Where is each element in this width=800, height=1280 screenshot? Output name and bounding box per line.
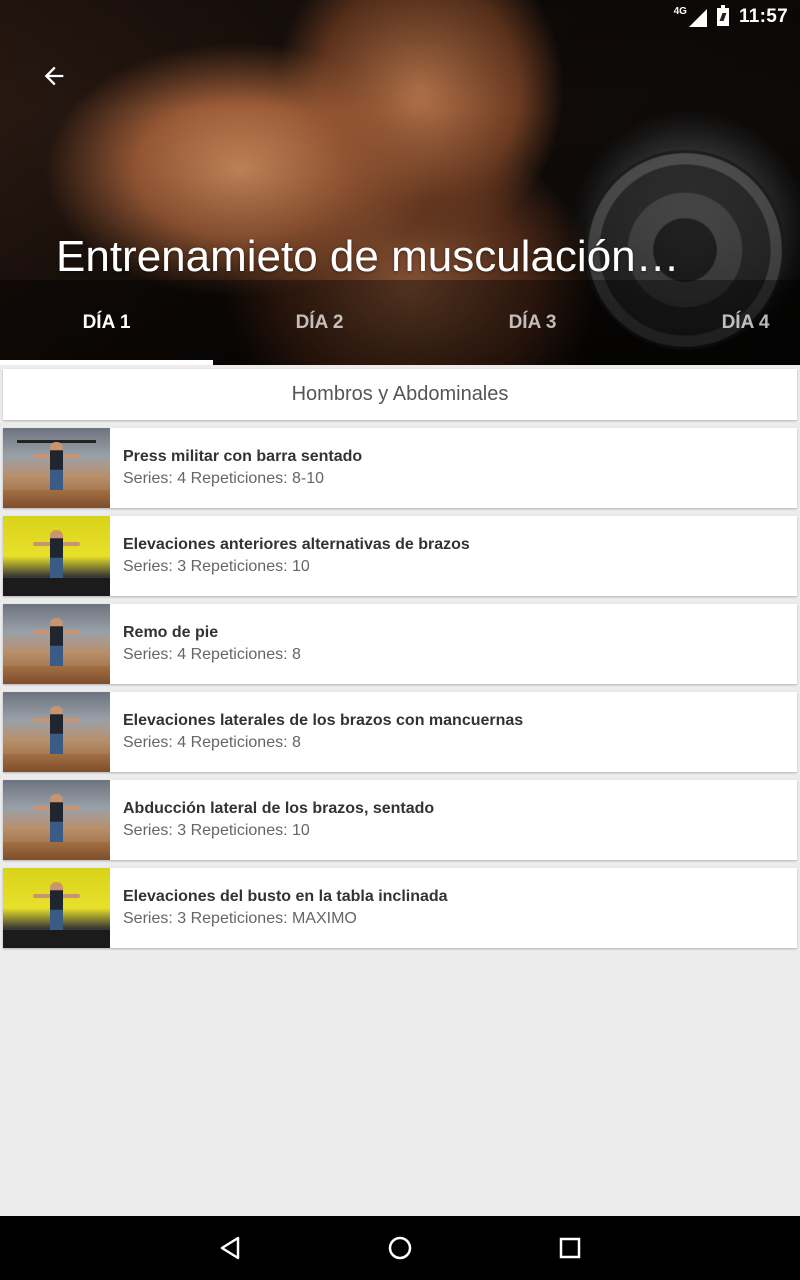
exercise-title: Elevaciones anteriores alternativas de b… [123, 536, 470, 553]
exercise-title: Press militar con barra sentado [123, 448, 363, 465]
exercise-item[interactable]: Remo de pie Series: 4 Repeticiones: 8 [3, 604, 797, 684]
exercise-details: Series: 3 Repeticiones: 10 [123, 822, 310, 839]
tab-dia-4[interactable]: DÍA 4 [639, 280, 800, 365]
exercise-details: Series: 4 Repeticiones: 8 [123, 734, 301, 751]
exercise-details: Series: 4 Repeticiones: 8-10 [123, 470, 324, 487]
page-title: Entrenamieto de musculación… [56, 232, 680, 281]
nav-back-icon[interactable] [200, 1228, 260, 1268]
exercise-thumbnail [3, 516, 110, 596]
nav-home-icon[interactable] [370, 1228, 430, 1268]
tab-dia-3[interactable]: DÍA 3 [426, 280, 639, 365]
exercise-item[interactable]: Press militar con barra sentado Series: … [3, 428, 797, 508]
exercise-item[interactable]: Elevaciones laterales de los brazos con … [3, 692, 797, 772]
day-tabs: DÍA 1 DÍA 2 DÍA 3 DÍA 4 [0, 280, 800, 365]
screen: 4G 11:57 Entrenamieto de musculación… DÍ… [0, 0, 800, 1280]
section-title: Hombros y Abdominales [3, 369, 797, 420]
exercise-thumbnail [3, 868, 110, 948]
exercise-item[interactable]: Elevaciones del busto en la tabla inclin… [3, 868, 797, 948]
navigation-bar [0, 1216, 800, 1280]
exercise-item[interactable]: Abducción lateral de los brazos, sentado… [3, 780, 797, 860]
tab-dia-2[interactable]: DÍA 2 [213, 280, 426, 365]
back-arrow-icon[interactable] [38, 60, 70, 92]
signal-icon [688, 9, 707, 27]
exercise-item[interactable]: Elevaciones anteriores alternativas de b… [3, 516, 797, 596]
exercise-details: Series: 4 Repeticiones: 8 [123, 646, 301, 663]
exercise-title: Abducción lateral de los brazos, sentado [123, 800, 435, 817]
exercise-thumbnail [3, 692, 110, 772]
battery-charging-icon [716, 5, 729, 26]
exercise-title: Remo de pie [123, 624, 219, 641]
exercise-thumbnail [3, 604, 110, 684]
status-bar: 4G 11:57 [0, 0, 800, 34]
exercise-thumbnail [3, 428, 110, 508]
exercise-title: Elevaciones del busto en la tabla inclin… [123, 888, 448, 905]
exercise-thumbnail [3, 780, 110, 860]
network-type: 4G [673, 6, 687, 17]
exercise-details: Series: 3 Repeticiones: 10 [123, 558, 310, 575]
nav-recents-icon[interactable] [540, 1228, 600, 1268]
header-image: 4G 11:57 Entrenamieto de musculación… DÍ… [0, 0, 800, 365]
exercise-details: Series: 3 Repeticiones: MAXIMO [123, 910, 357, 927]
exercise-title: Elevaciones laterales de los brazos con … [123, 712, 524, 729]
status-time: 11:57 [738, 6, 788, 27]
network-indicator: 4G [674, 7, 707, 27]
tab-indicator [0, 360, 213, 365]
tab-dia-1[interactable]: DÍA 1 [0, 280, 213, 365]
